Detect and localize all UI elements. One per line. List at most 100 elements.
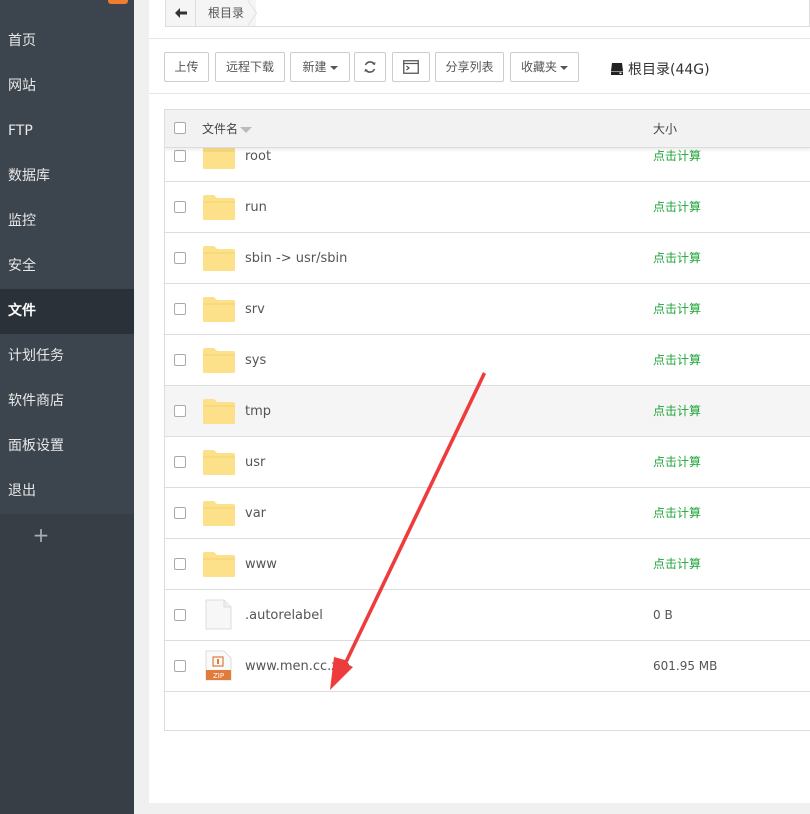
folder-icon [203, 246, 235, 271]
row-checkbox[interactable] [174, 354, 186, 366]
sidebar-item-website[interactable]: 网站 [0, 64, 134, 109]
calculate-size-link[interactable]: 点击计算 [653, 386, 701, 437]
file-size: 0 B [653, 608, 673, 622]
folder-icon [203, 297, 235, 322]
sidebar-item-settings[interactable]: 面板设置 [0, 424, 134, 469]
column-header-size[interactable]: 大小 [653, 110, 677, 148]
row-checkbox[interactable] [174, 558, 186, 570]
calculate-size-link[interactable]: 点击计算 [653, 284, 701, 335]
sidebar-item-logout[interactable]: 退出 [0, 469, 134, 514]
table-header: 文件名 大小 [165, 110, 810, 148]
calculate-size-link[interactable]: 点击计算 [653, 182, 701, 233]
table-row[interactable]: sys 点击计算 [165, 335, 810, 386]
refresh-icon [364, 61, 376, 73]
file-name[interactable]: www.men.cc.zip [245, 641, 350, 692]
table-row[interactable]: tmp 点击计算 [165, 386, 810, 437]
file-name[interactable]: var [245, 488, 266, 539]
file-name[interactable]: usr [245, 437, 265, 488]
sidebar-item-store[interactable]: 软件商店 [0, 379, 134, 424]
sidebar-lower [0, 514, 134, 814]
folder-icon [203, 348, 235, 373]
sidebar: 首页 网站 FTP 数据库 监控 安全 文件 计划任务 软件商店 面板设置 退出… [0, 0, 134, 814]
new-dropdown-button[interactable]: 新建 [290, 52, 350, 82]
divider [149, 93, 810, 94]
sidebar-item-ftp[interactable]: FTP [0, 109, 134, 154]
add-shortcut-button[interactable]: + [0, 520, 82, 550]
row-checkbox[interactable] [174, 252, 186, 264]
zip-icon-label: ZIP [213, 672, 224, 680]
disk-label: 根目录(44G) [628, 62, 710, 78]
sidebar-item-database[interactable]: 数据库 [0, 154, 134, 199]
breadcrumb: 根目录 [165, 0, 810, 27]
back-button[interactable] [166, 0, 196, 26]
table-row[interactable]: ZIP www.men.cc.zip 601.95 MB [165, 641, 810, 692]
row-checkbox[interactable] [174, 150, 186, 162]
file-icon [205, 599, 232, 630]
remote-download-button[interactable]: 远程下载 [215, 52, 285, 82]
table-row[interactable]: usr 点击计算 [165, 437, 810, 488]
file-name[interactable]: tmp [245, 386, 271, 437]
column-header-name[interactable]: 文件名 [202, 110, 253, 148]
row-checkbox[interactable] [174, 405, 186, 417]
table-row[interactable]: .autorelabel 0 B [165, 590, 810, 641]
folder-icon [203, 195, 235, 220]
notification-badge [108, 0, 128, 4]
file-manager-panel: 根目录 上传 远程下载 新建 分享列表 收藏夹 根目录(44G) 文件名 大小 … [149, 0, 810, 803]
table-row[interactable]: run 点击计算 [165, 182, 810, 233]
arrow-left-icon [174, 8, 187, 18]
row-checkbox[interactable] [174, 660, 186, 672]
row-checkbox[interactable] [174, 507, 186, 519]
file-name[interactable]: run [245, 182, 267, 233]
hard-drive-icon [611, 63, 623, 75]
page-footer-gap [134, 803, 810, 814]
sidebar-item-security[interactable]: 安全 [0, 244, 134, 289]
upload-button[interactable]: 上传 [164, 52, 209, 82]
table-row[interactable]: www 点击计算 [165, 539, 810, 590]
file-table: 文件名 大小 root 点击计算 run 点击计算 sbin -> usr/sbin 点击… [164, 109, 810, 731]
file-name[interactable]: sbin -> usr/sbin [245, 233, 347, 284]
file-name[interactable]: srv [245, 284, 265, 335]
favorites-label: 收藏夹 [520, 60, 557, 74]
folder-icon [203, 501, 235, 526]
refresh-button[interactable] [354, 52, 386, 82]
file-name[interactable]: .autorelabel [245, 590, 323, 641]
sidebar-item-home[interactable]: 首页 [0, 19, 134, 64]
table-row[interactable]: sbin -> usr/sbin 点击计算 [165, 233, 810, 284]
calculate-size-link[interactable]: 点击计算 [653, 488, 701, 539]
caret-down-icon [560, 65, 568, 70]
terminal-button[interactable] [392, 52, 430, 82]
sidebar-item-files[interactable]: 文件 [0, 289, 134, 334]
terminal-icon [403, 60, 419, 74]
file-name[interactable]: www [245, 539, 277, 590]
new-label: 新建 [302, 60, 327, 74]
file-name[interactable]: sys [245, 335, 266, 386]
folder-icon [203, 450, 235, 475]
folder-icon [203, 552, 235, 577]
sort-desc-icon [240, 126, 253, 133]
calculate-size-link[interactable]: 点击计算 [653, 335, 701, 386]
file-size: 601.95 MB [653, 659, 718, 673]
sidebar-nav: 首页 网站 FTP 数据库 监控 安全 文件 计划任务 软件商店 面板设置 退出 [0, 19, 134, 514]
calculate-size-link[interactable]: 点击计算 [653, 539, 701, 590]
file-list: root 点击计算 run 点击计算 sbin -> usr/sbin 点击计算 srv 点击… [165, 120, 810, 692]
disk-selector[interactable]: 根目录(44G) [610, 59, 710, 79]
table-row[interactable]: var 点击计算 [165, 488, 810, 539]
row-checkbox[interactable] [174, 303, 186, 315]
row-checkbox[interactable] [174, 201, 186, 213]
caret-down-icon [329, 65, 338, 70]
select-all-checkbox[interactable] [174, 122, 186, 134]
table-row[interactable]: srv 点击计算 [165, 284, 810, 335]
calculate-size-link[interactable]: 点击计算 [653, 437, 701, 488]
breadcrumb-separator-inner [247, 0, 256, 26]
zip-file-icon: ZIP [205, 650, 232, 681]
row-checkbox[interactable] [174, 456, 186, 468]
calculate-size-link[interactable]: 点击计算 [653, 233, 701, 284]
column-name-label: 文件名 [202, 122, 239, 136]
folder-icon [203, 399, 235, 424]
row-checkbox[interactable] [174, 609, 186, 621]
sidebar-item-cron[interactable]: 计划任务 [0, 334, 134, 379]
share-list-button[interactable]: 分享列表 [435, 52, 504, 82]
sidebar-item-monitor[interactable]: 监控 [0, 199, 134, 244]
favorites-dropdown-button[interactable]: 收藏夹 [510, 52, 579, 82]
divider [149, 38, 810, 39]
